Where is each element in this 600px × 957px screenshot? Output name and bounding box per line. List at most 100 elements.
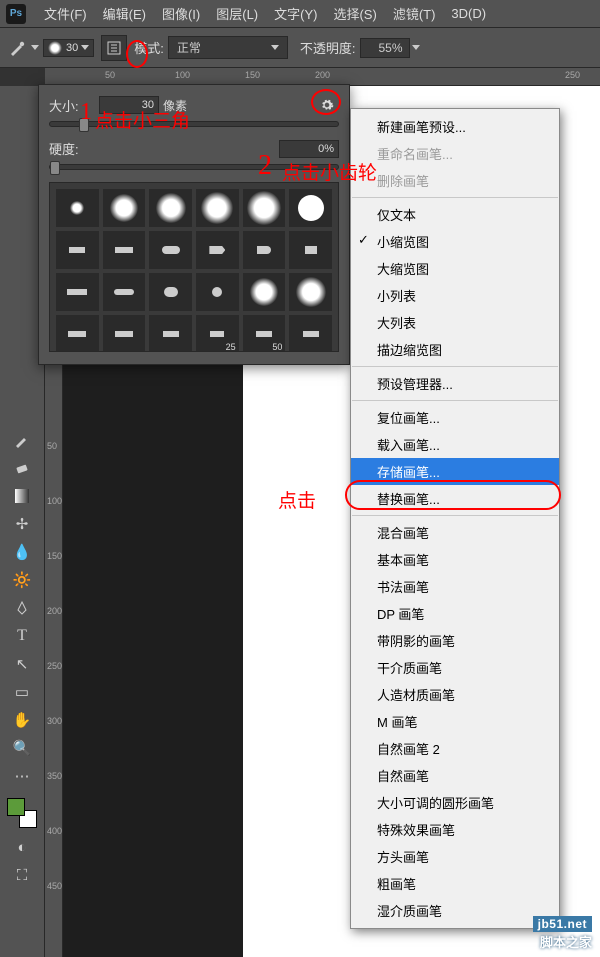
brush-preset[interactable] (103, 231, 146, 269)
size-slider[interactable] (49, 121, 339, 127)
menu-large-thumb[interactable]: 大缩览图 (351, 255, 559, 282)
screen-mode-toggle[interactable]: ⛶ (9, 862, 35, 888)
brush-preset-panel: 大小: 30 像素 硬度: 0% 25 50 (38, 84, 350, 365)
menu-dp-brushes[interactable]: DP 画笔 (351, 600, 559, 627)
menu-basic-brushes[interactable]: 基本画笔 (351, 546, 559, 573)
menu-delete-brush: 删除画笔 (351, 167, 559, 194)
brush-panel-toggle-button[interactable] (101, 35, 127, 61)
menu-special-effect-brushes[interactable]: 特殊效果画笔 (351, 816, 559, 843)
menu-dry-media-brushes[interactable]: 干介质画笔 (351, 654, 559, 681)
brush-preset[interactable] (289, 231, 332, 269)
hardness-input[interactable]: 0% (279, 140, 339, 158)
menu-preset-manager[interactable]: 预设管理器... (351, 370, 559, 397)
tool-shape[interactable]: ▭ (9, 679, 35, 705)
brush-preset[interactable] (56, 189, 99, 227)
tool-brush[interactable] (9, 427, 35, 453)
brush-preset[interactable] (289, 315, 332, 352)
brush-preset[interactable]: 50 (243, 315, 286, 352)
menu-wet-media-brushes[interactable]: 湿介质画笔 (351, 897, 559, 924)
brush-preset[interactable] (103, 273, 146, 311)
blend-mode-dropdown[interactable]: 正常 (168, 36, 288, 59)
quickmask-toggle[interactable]: ◐ (9, 834, 35, 860)
brush-preset[interactable] (243, 189, 286, 227)
menu-faux-finish-brushes[interactable]: 人造材质画笔 (351, 681, 559, 708)
menu-save-brushes[interactable]: 存储画笔... (351, 458, 559, 485)
menu-3d[interactable]: 3D(D) (443, 6, 494, 21)
brush-preset[interactable] (149, 315, 192, 352)
foreground-color-swatch[interactable] (7, 798, 25, 816)
menu-layer[interactable]: 图层(L) (208, 4, 266, 23)
tool-hand[interactable]: ✋ (9, 707, 35, 733)
brush-preset[interactable] (103, 315, 146, 352)
size-input[interactable]: 30 (99, 96, 159, 114)
brush-preset[interactable] (149, 231, 192, 269)
menu-separator (352, 400, 558, 401)
menu-drop-shadow-brushes[interactable]: 带阴影的画笔 (351, 627, 559, 654)
menu-type[interactable]: 文字(Y) (266, 4, 325, 23)
menu-select[interactable]: 选择(S) (325, 4, 384, 23)
gear-button[interactable] (315, 95, 339, 115)
tool-blur[interactable]: 💧 (9, 539, 35, 565)
watermark-text: 脚本之家 (533, 932, 592, 951)
menu-assorted-brushes[interactable]: 混合画笔 (351, 519, 559, 546)
brush-dropdown-icon (81, 45, 89, 50)
chevron-down-icon (271, 45, 279, 50)
hardness-slider[interactable] (49, 164, 339, 170)
brush-preset[interactable] (56, 315, 99, 352)
watermark-url: jb51.net (533, 916, 592, 932)
color-swatches[interactable] (7, 798, 37, 828)
tool-pen[interactable] (9, 595, 35, 621)
brush-preset[interactable] (56, 231, 99, 269)
blend-mode-value: 正常 (177, 39, 201, 56)
tool-gradient[interactable] (9, 483, 35, 509)
brush-preset[interactable] (196, 273, 239, 311)
menu-edit[interactable]: 编辑(E) (95, 4, 154, 23)
menu-reset-brushes[interactable]: 复位画笔... (351, 404, 559, 431)
menu-image[interactable]: 图像(I) (154, 4, 208, 23)
menu-text-only[interactable]: 仅文本 (351, 201, 559, 228)
brush-preset-chip[interactable]: 30 (43, 39, 94, 57)
menu-load-brushes[interactable]: 载入画笔... (351, 431, 559, 458)
tool-dodge[interactable]: 🔆 (9, 567, 35, 593)
menu-round-brushes[interactable]: 大小可调的圆形画笔 (351, 789, 559, 816)
menu-thick-brushes[interactable]: 粗画笔 (351, 870, 559, 897)
brush-preset[interactable] (196, 189, 239, 227)
brush-preset[interactable] (149, 273, 192, 311)
tool-misc[interactable]: ⋯ (9, 763, 35, 789)
brush-preset[interactable] (243, 273, 286, 311)
tool-eraser[interactable] (9, 455, 35, 481)
brush-preset[interactable] (243, 231, 286, 269)
brush-preset[interactable] (289, 273, 332, 311)
brush-preset[interactable] (196, 231, 239, 269)
brush-preset[interactable] (149, 189, 192, 227)
menu-filter[interactable]: 滤镜(T) (385, 4, 444, 23)
menu-natural-brushes-2[interactable]: 自然画笔 2 (351, 735, 559, 762)
hardness-label: 硬度: (49, 139, 99, 158)
brush-preset[interactable] (103, 189, 146, 227)
tool-clone[interactable]: ✢ (9, 511, 35, 537)
menu-calligraphic-brushes[interactable]: 书法画笔 (351, 573, 559, 600)
opacity-input[interactable]: 55% (360, 38, 410, 58)
menu-small-list[interactable]: 小列表 (351, 282, 559, 309)
menu-m-brushes[interactable]: M 画笔 (351, 708, 559, 735)
menu-separator (352, 366, 558, 367)
brush-preset[interactable]: 25 (196, 315, 239, 352)
menu-large-list[interactable]: 大列表 (351, 309, 559, 336)
options-bar: 30 模式: 正常 不透明度: 55% (0, 28, 600, 68)
menu-square-brushes[interactable]: 方头画笔 (351, 843, 559, 870)
menu-file[interactable]: 文件(F) (36, 4, 95, 23)
menu-natural-brushes[interactable]: 自然画笔 (351, 762, 559, 789)
menu-small-thumb[interactable]: ✓小缩览图 (351, 228, 559, 255)
menu-stroke-thumb[interactable]: 描边缩览图 (351, 336, 559, 363)
tool-zoom[interactable]: 🔍 (9, 735, 35, 761)
tool-dropdown-icon[interactable] (31, 45, 39, 50)
menu-replace-brushes[interactable]: 替换画笔... (351, 485, 559, 512)
tool-type[interactable]: T (9, 623, 35, 649)
brush-flyout-menu: 新建画笔预设... 重命名画笔... 删除画笔 仅文本 ✓小缩览图 大缩览图 小… (350, 108, 560, 929)
brush-preset[interactable] (289, 189, 332, 227)
opacity-dropdown-icon[interactable] (412, 45, 420, 50)
menu-new-preset[interactable]: 新建画笔预设... (351, 113, 559, 140)
brush-preset[interactable] (56, 273, 99, 311)
tool-path[interactable]: ↖ (9, 651, 35, 677)
size-label: 大小: (49, 96, 99, 115)
